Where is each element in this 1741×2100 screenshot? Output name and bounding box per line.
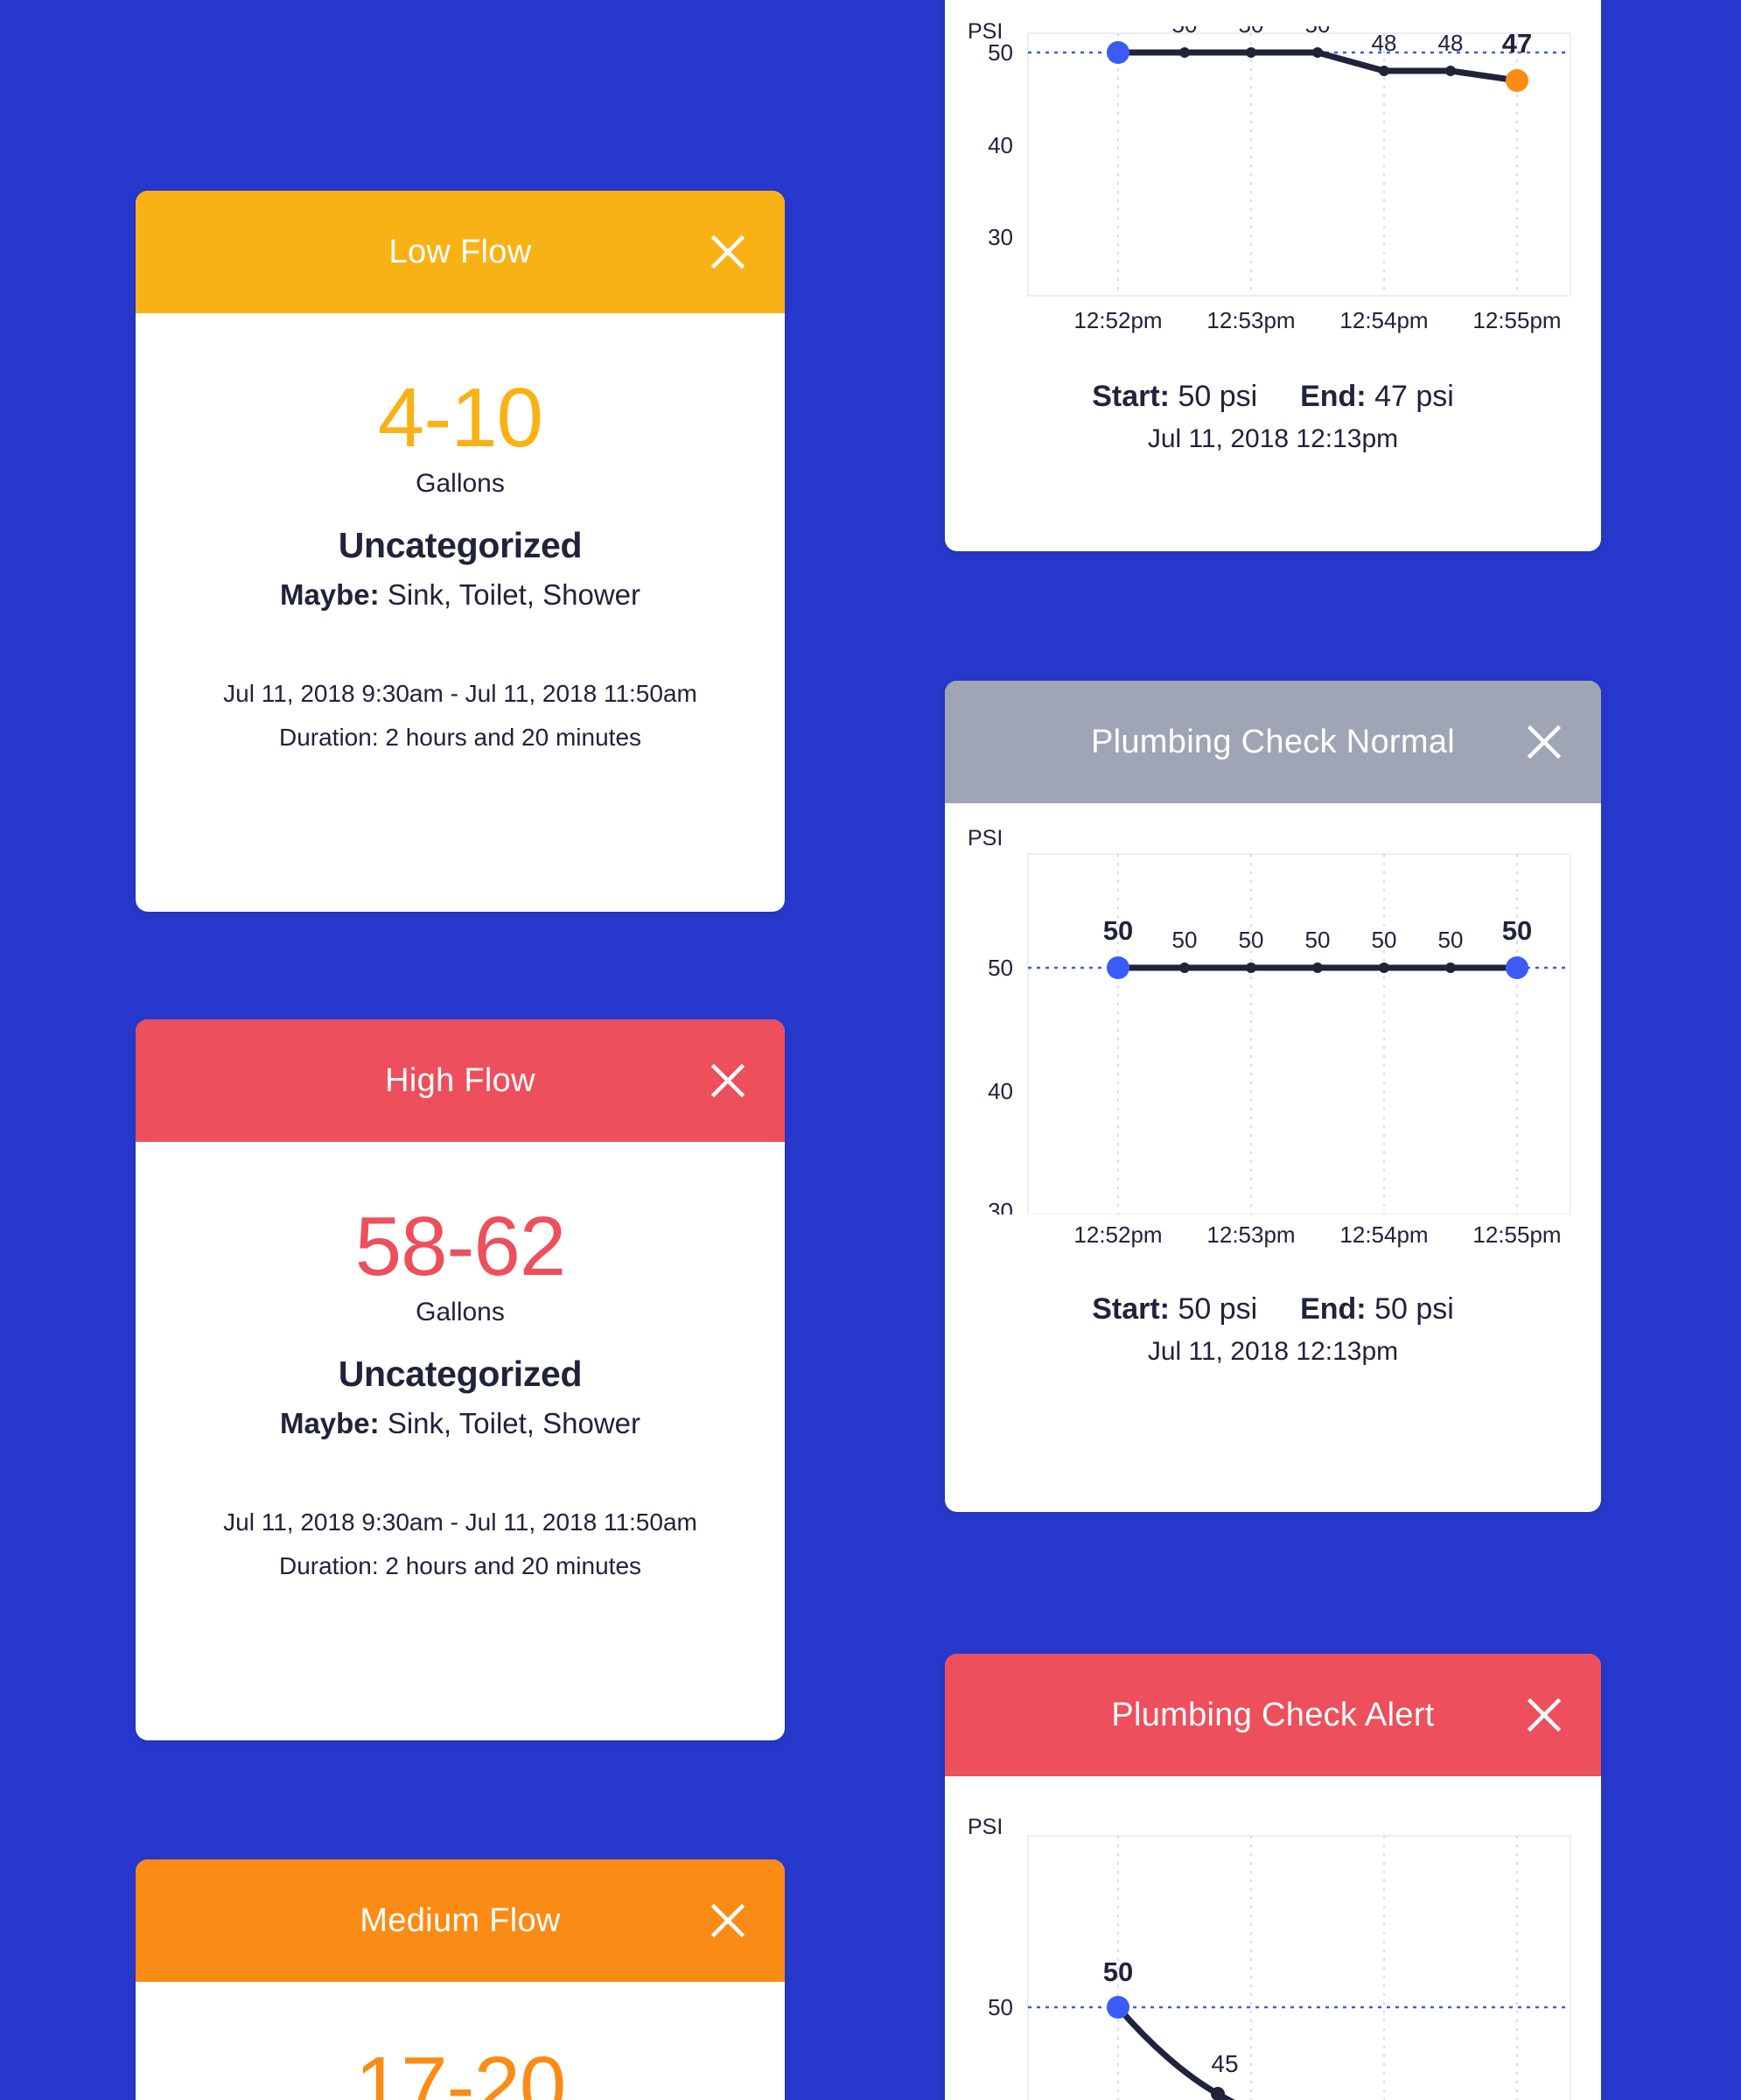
low-flow-amount: 4-10 bbox=[377, 371, 543, 465]
svg-text:48: 48 bbox=[1372, 30, 1397, 56]
psi-axis-label: PSI bbox=[968, 826, 1003, 850]
high-flow-category: Uncategorized bbox=[338, 1354, 583, 1394]
start-value: 50 psi bbox=[1178, 1292, 1258, 1326]
psi-axis-label: PSI bbox=[968, 1815, 1003, 1839]
high-flow-maybe: Maybe: Sink, Toilet, Shower bbox=[162, 1407, 759, 1440]
start-value: 50 psi bbox=[1178, 380, 1258, 413]
plumbing-alert-top-chart-wrap: PSI 50 40 30 48 48 47 12:52pm 12:53pm 12… bbox=[945, 0, 1601, 454]
plumbing-check-normal-header: Plumbing Check Normal bbox=[945, 681, 1601, 803]
close-icon[interactable] bbox=[1524, 722, 1564, 762]
svg-text:50: 50 bbox=[1103, 1956, 1133, 1987]
svg-text:40: 40 bbox=[988, 1078, 1013, 1104]
svg-text:50: 50 bbox=[1438, 927, 1464, 953]
plumbing-normal-footer: Start: 50 psi End: 50 psi Jul 11, 2018 1… bbox=[962, 1263, 1584, 1367]
low-flow-card: Low Flow 4-10 Gallons Uncategorized Mayb… bbox=[136, 191, 785, 912]
svg-text:12:53pm: 12:53pm bbox=[1206, 1222, 1295, 1248]
plumbing-check-alert-bottom-card: Plumbing Check Alert PSI 50 40 bbox=[945, 1654, 1601, 2100]
svg-text:12:54pm: 12:54pm bbox=[1339, 307, 1428, 333]
svg-text:50: 50 bbox=[1372, 927, 1397, 953]
svg-text:12:53pm: 12:53pm bbox=[1206, 307, 1295, 333]
app-canvas: Low Flow 4-10 Gallons Uncategorized Mayb… bbox=[0, 0, 1741, 2100]
close-icon[interactable] bbox=[708, 1060, 748, 1101]
low-flow-maybe-label: Maybe: bbox=[279, 578, 380, 611]
low-flow-card-header: Low Flow bbox=[136, 191, 785, 313]
medium-flow-amount: 17-20 bbox=[354, 2040, 567, 2100]
medium-flow-title: Medium Flow bbox=[360, 1901, 561, 1939]
high-flow-title: High Flow bbox=[385, 1061, 535, 1099]
plumbing-alert-top-footer: Start: 50 psi End: 47 psi Jul 11, 2018 1… bbox=[962, 350, 1584, 454]
plumbing-normal-timestamp: Jul 11, 2018 12:13pm bbox=[1147, 1337, 1399, 1366]
start-label: Start: bbox=[1092, 1292, 1170, 1326]
plumbing-normal-chart: 50 40 30 50 50 50 50 50 50 50 bbox=[988, 853, 1571, 1214]
medium-flow-card-header: Medium Flow bbox=[136, 1859, 785, 1982]
high-flow-duration: Duration: 2 hours and 20 minutes bbox=[278, 1552, 642, 1579]
svg-text:47: 47 bbox=[1502, 28, 1532, 59]
svg-text:50: 50 bbox=[1239, 927, 1264, 953]
plumbing-check-normal-card: Plumbing Check Normal PSI 50 40 30 50 50… bbox=[945, 681, 1601, 1512]
plumbing-alert-top-chart: 50 40 30 50 50 50 50 48 48 47 bbox=[988, 26, 1571, 333]
plumbing-alert-top-psi-summary: Start: 50 psi End: 47 psi bbox=[962, 380, 1584, 414]
high-flow-units: Gallons bbox=[416, 1298, 505, 1326]
svg-text:12:55pm: 12:55pm bbox=[1472, 307, 1561, 333]
end-value: 47 psi bbox=[1374, 380, 1454, 413]
close-icon[interactable] bbox=[708, 1900, 748, 1941]
close-icon[interactable] bbox=[1524, 1695, 1564, 1735]
low-flow-range: Jul 11, 2018 9:30am - Jul 11, 2018 11:50… bbox=[223, 680, 697, 707]
end-label: End: bbox=[1300, 1292, 1367, 1326]
psi-axis-label: PSI bbox=[968, 19, 1003, 44]
high-flow-card-header: High Flow bbox=[136, 1019, 785, 1142]
svg-text:12:54pm: 12:54pm bbox=[1339, 1222, 1428, 1248]
start-label: Start: bbox=[1092, 380, 1170, 413]
plumbing-alert-bottom-chart-wrap: PSI 50 40 50 45 42 39 bbox=[945, 1776, 1601, 2100]
plumbing-alert-bottom-chart: 50 40 50 45 42 39 38 bbox=[988, 1835, 1571, 2100]
svg-text:50: 50 bbox=[988, 1994, 1013, 2020]
svg-text:50: 50 bbox=[1305, 927, 1331, 953]
low-flow-body: 4-10 Gallons Uncategorized Maybe: Sink, … bbox=[136, 313, 785, 792]
end-label: End: bbox=[1300, 380, 1367, 413]
plumbing-normal-chart-wrap: PSI 50 40 30 50 50 50 50 50 50 50 12:52p… bbox=[945, 803, 1601, 1367]
svg-text:30: 30 bbox=[988, 1198, 1013, 1214]
high-flow-maybe-value: Sink, Toilet, Shower bbox=[387, 1407, 641, 1439]
svg-text:50: 50 bbox=[1239, 26, 1264, 38]
svg-text:50: 50 bbox=[1305, 26, 1331, 38]
plumbing-check-alert-top-card: PSI 50 40 30 48 48 47 12:52pm 12:53pm 12… bbox=[945, 0, 1601, 551]
svg-text:40: 40 bbox=[988, 132, 1013, 158]
svg-text:12:52pm: 12:52pm bbox=[1073, 307, 1162, 333]
medium-flow-card: Medium Flow 17-20 bbox=[136, 1859, 785, 2100]
plumbing-normal-psi-summary: Start: 50 psi End: 50 psi bbox=[962, 1292, 1584, 1326]
plumbing-alert-top-timestamp: Jul 11, 2018 12:13pm bbox=[1147, 424, 1399, 453]
plumbing-check-normal-title: Plumbing Check Normal bbox=[1090, 723, 1455, 760]
svg-text:50: 50 bbox=[1103, 26, 1133, 31]
svg-text:48: 48 bbox=[1438, 30, 1464, 56]
high-flow-card: High Flow 58-62 Gallons Uncategorized Ma… bbox=[136, 1019, 785, 1740]
high-flow-body: 58-62 Gallons Uncategorized Maybe: Sink,… bbox=[136, 1142, 785, 1620]
close-icon[interactable] bbox=[708, 232, 748, 272]
high-flow-range: Jul 11, 2018 9:30am - Jul 11, 2018 11:50… bbox=[223, 1508, 697, 1536]
low-flow-maybe: Maybe: Sink, Toilet, Shower bbox=[162, 578, 759, 612]
low-flow-duration: Duration: 2 hours and 20 minutes bbox=[278, 724, 642, 751]
plumbing-normal-xaxis: 12:52pm 12:53pm 12:54pm 12:55pm bbox=[1073, 1222, 1561, 1248]
low-flow-category: Uncategorized bbox=[338, 525, 583, 565]
svg-text:45: 45 bbox=[1211, 2050, 1238, 2077]
svg-text:50: 50 bbox=[1502, 915, 1532, 946]
medium-flow-body: 17-20 bbox=[136, 1982, 785, 2100]
high-flow-amount: 58-62 bbox=[354, 1200, 567, 1293]
high-flow-maybe-label: Maybe: bbox=[279, 1407, 380, 1439]
end-value: 50 psi bbox=[1374, 1292, 1454, 1326]
plumbing-check-alert-title: Plumbing Check Alert bbox=[1111, 1696, 1435, 1733]
svg-text:50: 50 bbox=[1172, 26, 1198, 38]
plumbing-check-alert-header: Plumbing Check Alert bbox=[945, 1654, 1601, 1776]
svg-text:50: 50 bbox=[1172, 927, 1198, 953]
svg-text:50: 50 bbox=[1103, 915, 1133, 946]
low-flow-units: Gallons bbox=[416, 469, 505, 498]
low-flow-title: Low Flow bbox=[388, 233, 532, 270]
svg-text:12:55pm: 12:55pm bbox=[1472, 1222, 1561, 1248]
svg-text:30: 30 bbox=[988, 224, 1013, 250]
low-flow-maybe-value: Sink, Toilet, Shower bbox=[387, 578, 641, 611]
svg-text:12:52pm: 12:52pm bbox=[1073, 1222, 1162, 1248]
svg-text:50: 50 bbox=[988, 955, 1013, 981]
